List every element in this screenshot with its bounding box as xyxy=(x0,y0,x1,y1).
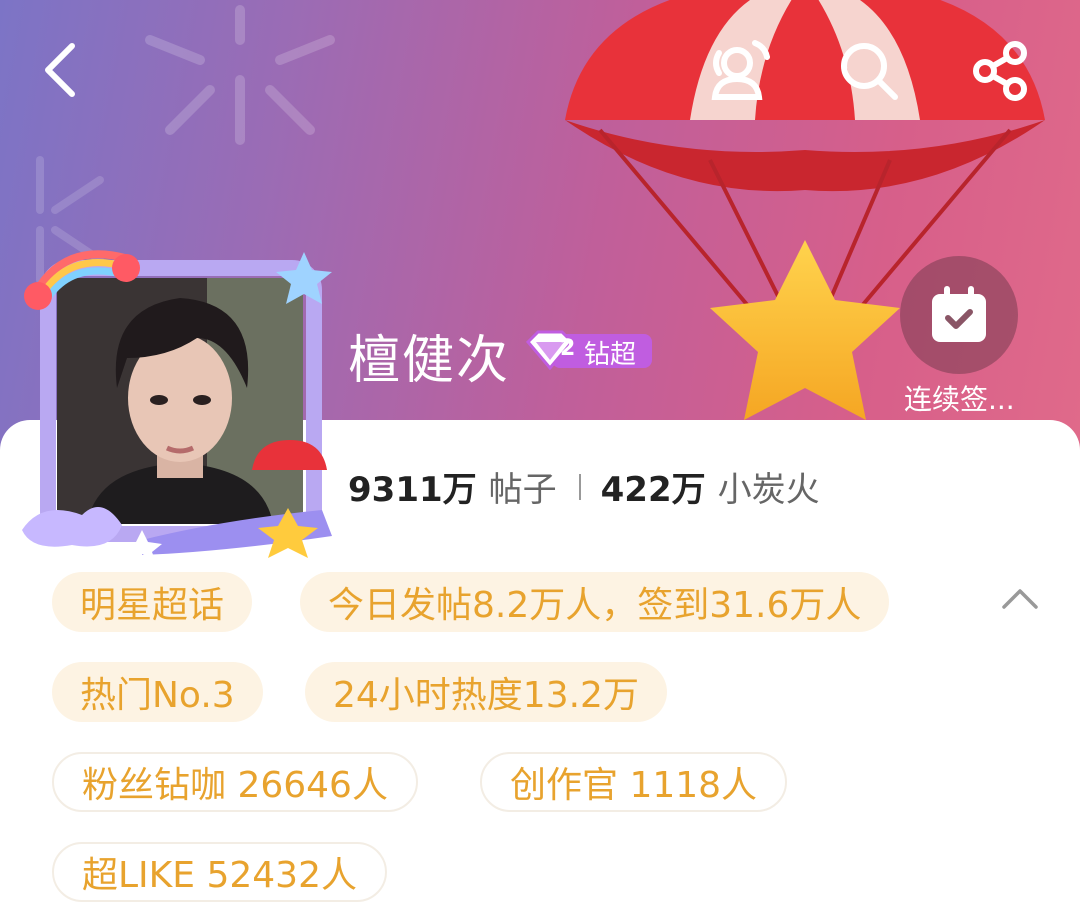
posts-count: 9311万 xyxy=(348,470,477,510)
tag-fan-vip[interactable]: 粉丝钻咖 26646人 xyxy=(52,752,418,812)
calendar-check-icon xyxy=(932,286,986,342)
stats-row: 9311万 帖子 422万 小炭火 xyxy=(348,462,820,511)
stats-divider xyxy=(578,473,581,500)
badge-level: 2 xyxy=(560,336,576,361)
back-button[interactable] xyxy=(30,40,90,100)
checkin-button[interactable] xyxy=(900,256,1018,374)
posts-label: 帖子 xyxy=(488,470,557,510)
firework-decoration xyxy=(145,5,335,145)
avatar-frame xyxy=(22,250,332,560)
topic-name: 檀健次 xyxy=(348,331,511,391)
search-button[interactable] xyxy=(834,38,904,104)
badge-label: 钻超 xyxy=(584,340,637,370)
chevron-up-icon xyxy=(1002,589,1038,609)
friends-button[interactable] xyxy=(700,36,776,106)
tag-daily-activity[interactable]: 今日发帖8.2万人，签到31.6万人 xyxy=(300,572,890,632)
tag-hot-rank[interactable]: 热门No.3 xyxy=(52,662,263,722)
share-button[interactable] xyxy=(966,38,1036,104)
level-badge[interactable]: 2 钻超 xyxy=(524,330,654,371)
share-icon xyxy=(973,41,1027,101)
tag-creators[interactable]: 创作官 1118人 xyxy=(480,752,788,812)
chevron-left-icon xyxy=(45,43,75,97)
checkin-label[interactable]: 连续签... xyxy=(904,378,1015,418)
tag-super-like[interactable]: 超LIKE 52432人 xyxy=(52,842,387,902)
collapse-button[interactable] xyxy=(1000,585,1040,615)
tag-heat-24h[interactable]: 24小时热度13.2万 xyxy=(305,662,667,722)
friends-icon xyxy=(711,40,770,100)
tag-category[interactable]: 明星超话 xyxy=(52,572,253,632)
search-icon xyxy=(841,43,898,100)
fire-label: 小炭火 xyxy=(717,470,820,510)
fire-count: 422万 xyxy=(600,470,706,510)
